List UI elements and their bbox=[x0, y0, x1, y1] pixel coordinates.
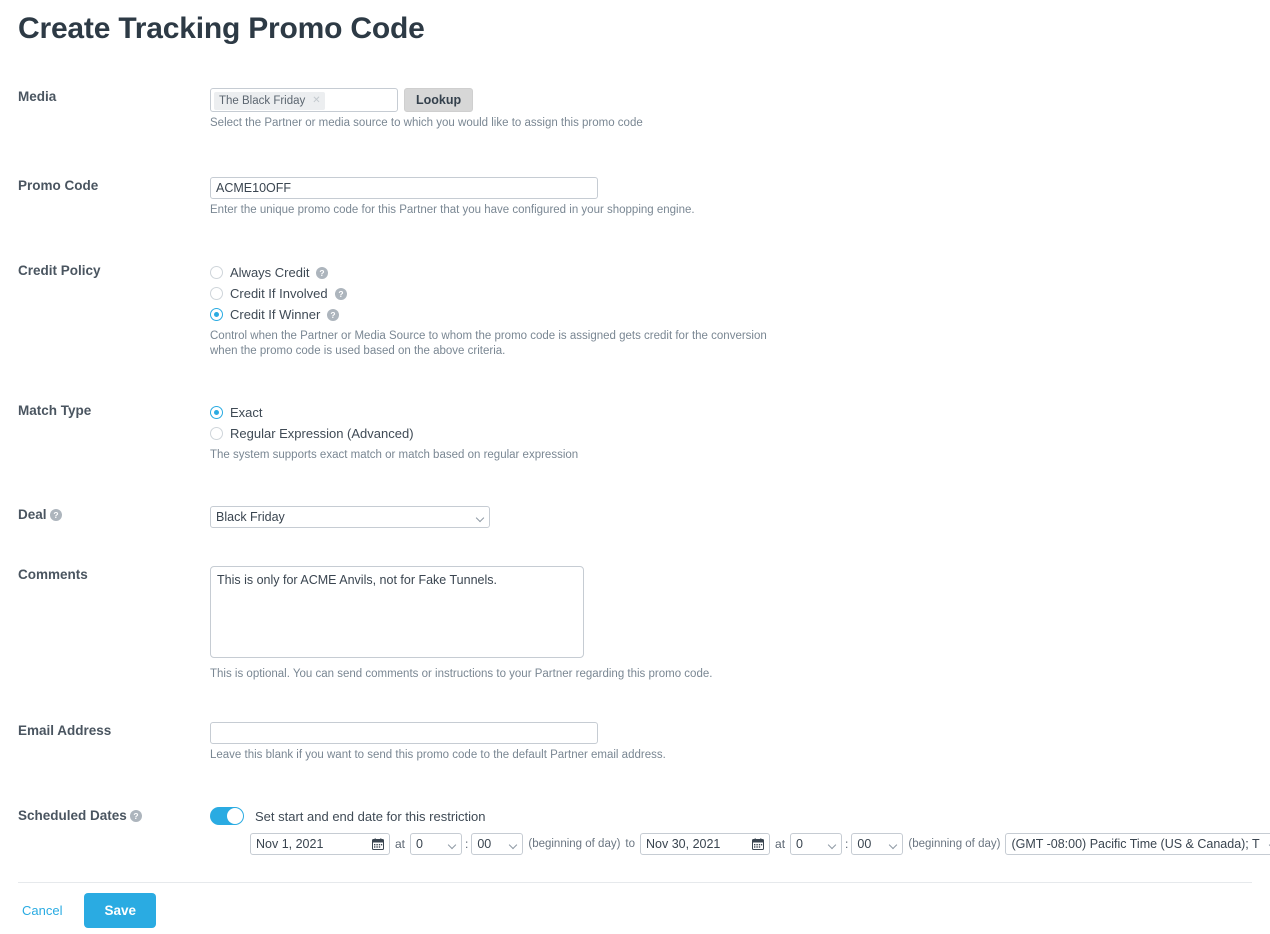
end-hour-select[interactable]: 0 bbox=[790, 833, 843, 855]
start-minute-select[interactable]: 00 bbox=[471, 833, 524, 855]
question-mark-icon[interactable]: ? bbox=[327, 308, 340, 321]
media-chip-label: The Black Friday bbox=[219, 95, 306, 107]
match-type-label: Match Type bbox=[18, 403, 92, 418]
radio-exact[interactable] bbox=[210, 406, 223, 419]
calendar-icon[interactable] bbox=[372, 838, 384, 850]
match-type-option-exact[interactable]: Exact bbox=[210, 402, 578, 423]
end-time-colon: : bbox=[845, 837, 849, 851]
start-date-value: Nov 1, 2021 bbox=[256, 837, 324, 851]
end-date-value: Nov 30, 2021 bbox=[646, 837, 721, 851]
end-hour-value: 0 bbox=[796, 837, 803, 851]
credit-policy-option-label: Credit If Involved bbox=[230, 286, 328, 301]
scheduled-dates-label-text: Scheduled Dates bbox=[18, 808, 127, 823]
toggle-knob bbox=[227, 808, 243, 824]
calendar-icon[interactable] bbox=[752, 838, 765, 850]
question-mark-icon[interactable]: ? bbox=[316, 266, 329, 279]
match-type-option-label: Exact bbox=[230, 405, 263, 420]
deal-label: Deal? bbox=[18, 506, 198, 523]
date-range-to-label: to bbox=[625, 838, 636, 850]
question-mark-icon[interactable]: ? bbox=[129, 809, 142, 822]
timezone-select[interactable]: (GMT -08:00) Pacific Time (US & Canada);… bbox=[1005, 833, 1270, 855]
credit-policy-option-credit-if-winner[interactable]: Credit If Winner ? bbox=[210, 304, 790, 325]
chevron-down-icon bbox=[510, 842, 517, 846]
credit-policy-options: Always Credit ? Credit If Involved ? Cre… bbox=[210, 262, 790, 359]
credit-policy-hint: Control when the Partner or Media Source… bbox=[210, 330, 767, 357]
start-minute-value: 00 bbox=[477, 837, 492, 851]
media-input[interactable]: The Black Friday ✕ bbox=[210, 88, 398, 112]
comments-textarea[interactable] bbox=[210, 566, 584, 658]
start-at-label: at bbox=[395, 837, 406, 851]
credit-policy-label: Credit Policy bbox=[18, 263, 101, 278]
media-label: Media bbox=[18, 89, 57, 104]
cancel-button[interactable]: Cancel bbox=[18, 897, 66, 924]
deal-field-group: Black Friday bbox=[210, 506, 490, 528]
start-date-input[interactable]: Nov 1, 2021 bbox=[250, 833, 390, 855]
lookup-button[interactable]: Lookup bbox=[404, 88, 474, 112]
question-mark-icon[interactable]: ? bbox=[334, 287, 347, 300]
media-chip[interactable]: The Black Friday ✕ bbox=[214, 92, 325, 110]
start-hour-value: 0 bbox=[416, 837, 423, 851]
promo-code-hint: Enter the unique promo code for this Par… bbox=[210, 204, 695, 216]
email-address-hint: Leave this blank if you want to send thi… bbox=[210, 749, 666, 761]
svg-text:?: ? bbox=[320, 268, 325, 278]
credit-policy-option-always-credit[interactable]: Always Credit ? bbox=[210, 262, 790, 283]
comments-label: Comments bbox=[18, 567, 88, 582]
end-minute-select[interactable]: 00 bbox=[851, 833, 904, 855]
save-button[interactable]: Save bbox=[84, 893, 156, 928]
match-type-option-regular-expression[interactable]: Regular Expression (Advanced) bbox=[210, 423, 578, 444]
radio-always-credit[interactable] bbox=[210, 266, 223, 279]
create-promo-code-page: Create Tracking Promo Code Media The Bla… bbox=[0, 0, 1270, 934]
promo-code-label: Promo Code bbox=[18, 178, 99, 193]
scheduled-dates-field-group: Set start and end date for this restrict… bbox=[210, 807, 1270, 855]
scheduled-dates-toggle-label: Set start and end date for this restrict… bbox=[255, 808, 486, 824]
deal-select-value: Black Friday bbox=[216, 510, 285, 524]
scheduled-dates-label: Scheduled Dates? bbox=[18, 807, 198, 824]
radio-credit-if-winner[interactable] bbox=[210, 308, 223, 321]
promo-code-field-group: Enter the unique promo code for this Par… bbox=[210, 177, 695, 218]
scheduled-dates-toggle[interactable] bbox=[210, 807, 244, 825]
footer-divider bbox=[18, 882, 1252, 883]
scheduled-dates-controls: Nov 1, 2021 at 0: 00 (beginning of day)… bbox=[250, 833, 1270, 855]
match-type-option-label: Regular Expression (Advanced) bbox=[230, 426, 414, 441]
match-type-hint: The system supports exact match or match… bbox=[210, 449, 579, 461]
start-time-colon: : bbox=[465, 837, 469, 851]
credit-policy-option-credit-if-involved[interactable]: Credit If Involved ? bbox=[210, 283, 790, 304]
end-date-input[interactable]: Nov 30, 2021 bbox=[640, 833, 771, 855]
deal-label-text: Deal bbox=[18, 507, 47, 522]
form-footer: Cancel Save bbox=[18, 893, 156, 928]
deal-select[interactable]: Black Friday bbox=[210, 506, 490, 528]
email-address-label: Email Address bbox=[18, 723, 112, 738]
media-hint: Select the Partner or media source to wh… bbox=[210, 117, 643, 129]
chevron-down-icon bbox=[890, 842, 897, 846]
comments-hint: This is optional. You can send comments … bbox=[210, 668, 713, 680]
radio-regular-expression[interactable] bbox=[210, 427, 223, 440]
comments-field-group: This is optional. You can send comments … bbox=[210, 566, 712, 682]
close-x-icon[interactable]: ✕ bbox=[312, 96, 320, 106]
scheduled-dates-toggle-row: Set start and end date for this restrict… bbox=[210, 807, 1270, 825]
credit-policy-option-label: Credit If Winner bbox=[230, 307, 321, 322]
page-title: Create Tracking Promo Code bbox=[18, 12, 425, 45]
timezone-value: (GMT -08:00) Pacific Time (US & Canada);… bbox=[1011, 837, 1260, 851]
email-address-field-group: Leave this blank if you want to send thi… bbox=[210, 722, 666, 763]
email-address-input[interactable] bbox=[210, 722, 598, 744]
credit-policy-option-label: Always Credit bbox=[230, 265, 310, 280]
svg-text:?: ? bbox=[338, 289, 343, 299]
start-time-note: (beginning of day) bbox=[528, 838, 621, 850]
promo-code-input[interactable] bbox=[210, 177, 598, 199]
chevron-down-icon bbox=[449, 842, 456, 846]
svg-text:?: ? bbox=[133, 811, 138, 821]
svg-text:?: ? bbox=[53, 510, 58, 520]
chevron-down-icon bbox=[477, 515, 484, 519]
end-time-note: (beginning of day) bbox=[908, 838, 1001, 850]
match-type-options: Exact Regular Expression (Advanced) The … bbox=[210, 402, 578, 463]
radio-credit-if-involved[interactable] bbox=[210, 287, 223, 300]
end-minute-value: 00 bbox=[857, 837, 872, 851]
start-hour-select[interactable]: 0 bbox=[410, 833, 463, 855]
chevron-down-icon bbox=[829, 842, 836, 846]
svg-text:?: ? bbox=[331, 310, 336, 320]
end-at-label: at bbox=[775, 837, 786, 851]
question-mark-icon[interactable]: ? bbox=[49, 508, 62, 521]
media-field-group: The Black Friday ✕ Lookup Select the Par… bbox=[210, 88, 643, 131]
